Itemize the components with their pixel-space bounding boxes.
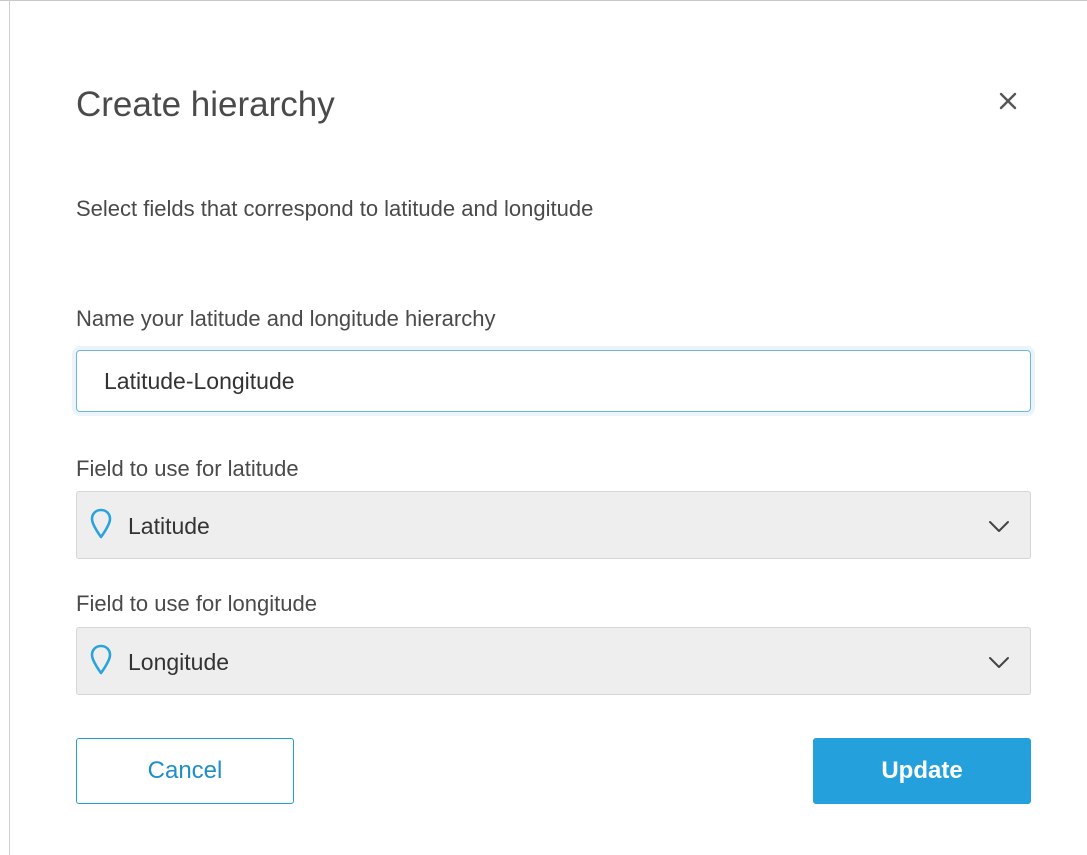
map-pin-icon	[90, 508, 112, 539]
longitude-selected-value: Longitude	[128, 649, 230, 675]
hierarchy-name-input[interactable]	[76, 350, 1031, 412]
hierarchy-name-label: Name your latitude and longitude hierarc…	[76, 306, 496, 331]
update-button[interactable]: Update	[813, 738, 1031, 804]
cancel-button[interactable]: Cancel	[76, 738, 294, 804]
longitude-field-select[interactable]: Longitude	[76, 627, 1031, 695]
chevron-down-icon	[989, 657, 1009, 668]
dialog-title: Create hierarchy	[76, 85, 335, 124]
close-button[interactable]	[994, 87, 1022, 115]
create-hierarchy-dialog: Create hierarchy Select fields that corr…	[10, 1, 1087, 855]
latitude-field-label: Field to use for latitude	[76, 456, 299, 481]
dialog-description: Select fields that correspond to latitud…	[76, 196, 594, 221]
close-icon	[999, 92, 1017, 110]
longitude-field-label: Field to use for longitude	[76, 591, 317, 616]
screen: Create hierarchy Select fields that corr…	[0, 0, 1087, 855]
latitude-selected-value: Latitude	[128, 513, 210, 539]
chevron-down-icon	[989, 521, 1009, 532]
latitude-field-select[interactable]: Latitude	[76, 491, 1031, 559]
map-pin-icon	[90, 644, 112, 675]
